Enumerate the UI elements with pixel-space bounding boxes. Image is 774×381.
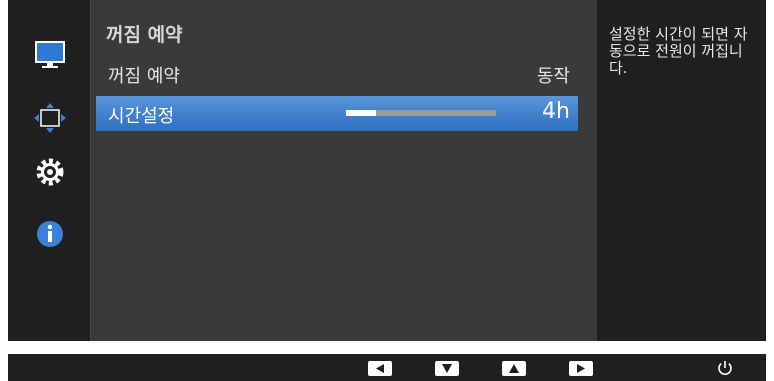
help-panel: 설정한 시간이 되면 자동으로 전원이 꺼집니다.	[597, 0, 766, 341]
menu-item-time-setting[interactable]: 시간설정 4h	[96, 96, 578, 131]
right-arrow-key-icon[interactable]	[569, 361, 593, 376]
menu-item-label: 시간설정	[108, 106, 175, 127]
osd-sidebar	[8, 0, 90, 341]
menu-panel: 꺼짐 예약 꺼짐 예약 동작 시간설정 4h	[90, 0, 598, 341]
menu-item-label: 꺼짐 예약	[108, 66, 180, 87]
timer-slider-fill	[346, 110, 376, 116]
menu-item-value: 4h	[542, 99, 570, 124]
settings-gear-icon[interactable]	[33, 155, 67, 189]
control-key-bar	[8, 354, 766, 381]
information-icon[interactable]	[33, 217, 67, 251]
left-arrow-key-icon[interactable]	[368, 361, 392, 376]
menu-section-title: 꺼짐 예약	[106, 24, 183, 46]
down-arrow-key-icon[interactable]	[435, 361, 459, 376]
monitor-picture-icon[interactable]	[33, 38, 67, 72]
screen-size-position-icon[interactable]	[33, 101, 67, 135]
power-icon[interactable]	[716, 359, 734, 377]
menu-item-off-timer[interactable]: 꺼짐 예약 동작	[96, 56, 578, 91]
up-arrow-key-icon[interactable]	[502, 361, 526, 376]
help-text: 설정한 시간이 되면 자동으로 전원이 꺼집니다.	[609, 25, 748, 77]
timer-slider[interactable]	[346, 110, 496, 116]
menu-item-value: 동작	[536, 66, 570, 87]
